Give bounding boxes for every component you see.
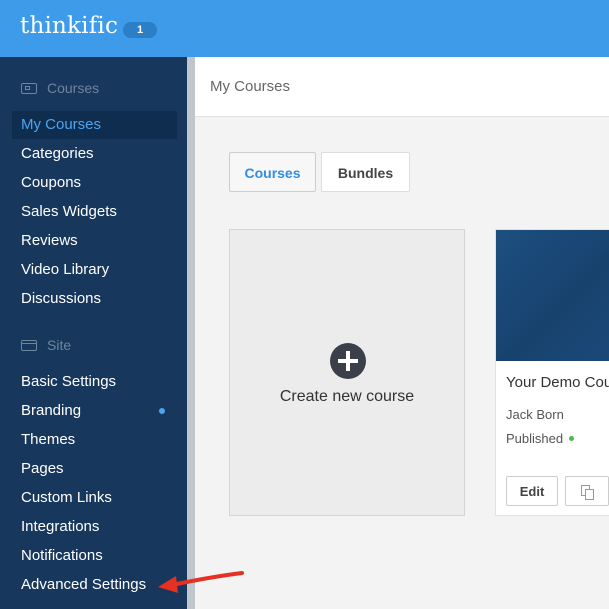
course-name[interactable]: Your Demo Cou <box>506 374 609 391</box>
create-course-label: Create new course <box>279 388 415 405</box>
course-status: Published <box>506 431 575 446</box>
sidebar-item-branding[interactable]: Branding <box>12 397 177 425</box>
page-header: My Courses <box>195 57 609 117</box>
sidebar-item-reviews[interactable]: Reviews <box>12 227 177 255</box>
sidebar-item-themes[interactable]: Themes <box>12 426 177 454</box>
duplicate-button[interactable] <box>565 476 609 506</box>
sidebar-item-custom-links[interactable]: Custom Links <box>12 484 177 512</box>
notification-badge[interactable]: 1 <box>123 22 157 38</box>
status-dot-icon <box>569 436 575 441</box>
sidebar-item-categories[interactable]: Categories <box>12 140 177 168</box>
sidebar-item-basic-settings[interactable]: Basic Settings <box>12 368 177 396</box>
page-title: My Courses <box>210 78 291 95</box>
sidebar-item-label: Branding <box>21 402 82 419</box>
thinkific-logo[interactable]: thinkific <box>20 13 118 39</box>
sidebar-section-title: Site <box>47 337 72 353</box>
sidebar-scrollbar[interactable] <box>187 57 195 609</box>
plus-icon <box>330 343 366 379</box>
sidebar-item-video-library[interactable]: Video Library <box>12 256 177 284</box>
sidebar-section-site: Site <box>21 337 71 353</box>
sidebar-item-pages[interactable]: Pages <box>12 455 177 483</box>
course-card[interactable]: Your Demo Cou Jack Born Published Edit <box>495 229 609 516</box>
course-thumbnail[interactable] <box>496 230 609 361</box>
copy-icon <box>581 485 594 500</box>
status-label: Published <box>506 431 564 446</box>
top-header: thinkific 1 <box>0 0 609 57</box>
site-icon <box>21 340 37 351</box>
sidebar-item-discussions[interactable]: Discussions <box>12 285 177 313</box>
course-icon <box>21 83 37 94</box>
sidebar-section-courses: Courses <box>21 80 99 96</box>
tab-bundles[interactable]: Bundles <box>321 152 410 192</box>
sidebar-item-sales-widgets[interactable]: Sales Widgets <box>12 198 177 226</box>
sidebar-item-coupons[interactable]: Coupons <box>12 169 177 197</box>
tab-courses[interactable]: Courses <box>229 152 316 192</box>
annotation-arrow-icon <box>158 571 244 593</box>
sidebar-item-my-courses[interactable]: My Courses <box>12 111 177 139</box>
create-course-card[interactable]: Create new course <box>229 229 465 516</box>
edit-button[interactable]: Edit <box>506 476 558 506</box>
new-indicator-dot <box>159 408 165 414</box>
sidebar-item-integrations[interactable]: Integrations <box>12 513 177 541</box>
course-author: Jack Born <box>506 407 564 422</box>
sidebar-section-title: Courses <box>47 80 100 96</box>
